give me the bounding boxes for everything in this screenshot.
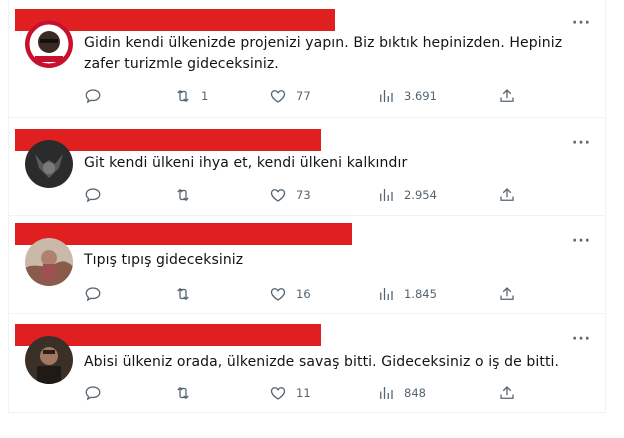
reply-button[interactable] — [84, 86, 111, 106]
like-button[interactable]: 73 — [269, 185, 311, 205]
tweet-text: Gidin kendi ülkenizde projenizi yapın. B… — [84, 35, 563, 72]
avatar[interactable] — [25, 140, 73, 188]
reply-button[interactable] — [84, 284, 111, 304]
more-options-icon[interactable]: ··· — [572, 332, 591, 346]
avatar[interactable] — [25, 238, 73, 286]
avatar-image — [25, 336, 73, 384]
tweet[interactable]: ··· Gidin kendi ülkenizde projenizi yapı… — [9, 0, 606, 118]
like-button[interactable]: 77 — [269, 86, 311, 106]
share-button[interactable] — [498, 284, 516, 304]
reply-icon — [85, 188, 101, 203]
reply-icon — [85, 386, 101, 401]
more-options-icon[interactable]: ··· — [572, 136, 591, 150]
retweet-icon — [177, 89, 189, 103]
views-button[interactable]: 848 — [377, 383, 426, 403]
share-icon — [500, 386, 514, 399]
views-icon — [380, 90, 393, 102]
views-button[interactable]: 1.845 — [377, 284, 437, 304]
retweet-button[interactable]: 1 — [174, 86, 208, 106]
retweet-icon — [177, 188, 189, 202]
share-button[interactable] — [498, 383, 516, 403]
more-options-icon[interactable]: ··· — [572, 234, 591, 248]
reply-icon — [85, 287, 101, 302]
tweet-actions: 16 1.845 — [84, 284, 554, 304]
heart-icon — [270, 90, 286, 103]
like-button[interactable]: 16 — [269, 284, 311, 304]
retweet-icon — [177, 386, 189, 400]
retweet-icon — [177, 287, 189, 301]
like-button[interactable]: 11 — [269, 383, 311, 403]
tweet-actions: 11 848 — [84, 383, 554, 403]
tweet-text: Tıpış tıpış gideceksiniz — [84, 252, 244, 268]
heart-icon — [270, 189, 286, 202]
retweet-button[interactable] — [174, 284, 201, 304]
share-icon — [500, 89, 514, 102]
views-icon — [380, 189, 393, 201]
tweet-text: Git kendi ülkeni ihya et, kendi ülkeni k… — [84, 155, 408, 171]
tweet-actions: 73 2.954 — [84, 185, 554, 205]
tweet[interactable]: ··· Git kendi ülkeni ihya et, kendi ülke… — [9, 118, 606, 216]
heart-icon — [270, 288, 286, 301]
avatar-image — [25, 140, 73, 188]
reply-button[interactable] — [84, 383, 111, 403]
reply-button[interactable] — [84, 185, 111, 205]
views-icon — [380, 387, 393, 399]
views-icon — [380, 288, 393, 300]
tweet-text: Abisi ülkeniz orada, ülkenizde savaş bit… — [84, 354, 560, 370]
share-icon — [500, 287, 514, 300]
avatar[interactable] — [25, 20, 73, 68]
heart-icon — [270, 387, 286, 400]
share-button[interactable] — [498, 185, 516, 205]
avatar[interactable] — [25, 336, 73, 384]
redacted-username — [15, 223, 352, 245]
tweet[interactable]: ··· Tıpış tıpış gideceksiniz 16 1.845 — [9, 216, 606, 314]
retweet-button[interactable] — [174, 383, 201, 403]
retweet-button[interactable] — [174, 185, 201, 205]
views-button[interactable]: 3.691 — [377, 86, 437, 106]
share-icon — [500, 188, 514, 201]
tweet-actions: 1 77 3.691 — [84, 86, 554, 106]
share-button[interactable] — [498, 86, 516, 106]
reply-feed: ··· Gidin kendi ülkenizde projenizi yapı… — [8, 0, 606, 413]
avatar-image — [25, 20, 73, 68]
more-options-icon[interactable]: ··· — [572, 16, 591, 30]
tweet[interactable]: ··· Abisi ülkeniz orada, ülkenizde savaş… — [9, 314, 606, 412]
reply-icon — [85, 89, 101, 104]
views-button[interactable]: 2.954 — [377, 185, 437, 205]
avatar-image — [25, 238, 73, 286]
